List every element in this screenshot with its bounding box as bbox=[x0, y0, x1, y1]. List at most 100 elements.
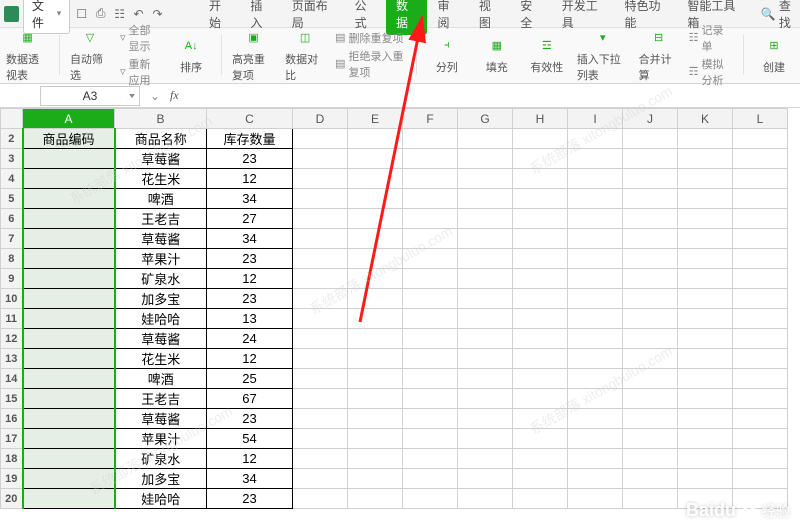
undo-icon[interactable]: ↶ bbox=[131, 6, 146, 22]
cell-B9[interactable]: 矿泉水 bbox=[115, 269, 207, 289]
cell[interactable] bbox=[623, 189, 678, 209]
row-header-15[interactable]: 15 bbox=[1, 389, 23, 409]
cell[interactable] bbox=[293, 309, 348, 329]
cell[interactable] bbox=[403, 449, 458, 469]
cell-A4[interactable] bbox=[23, 169, 115, 189]
col-header-K[interactable]: K bbox=[678, 109, 733, 129]
cell[interactable] bbox=[568, 489, 623, 509]
cell[interactable] bbox=[348, 349, 403, 369]
row-header-19[interactable]: 19 bbox=[1, 469, 23, 489]
row-header-10[interactable]: 10 bbox=[1, 289, 23, 309]
cell[interactable] bbox=[513, 169, 568, 189]
cell-B11[interactable]: 娃哈哈 bbox=[115, 309, 207, 329]
reject-dup-button[interactable]: ▤拒绝录入重复项 bbox=[335, 48, 406, 80]
cell[interactable] bbox=[348, 389, 403, 409]
cell[interactable] bbox=[623, 489, 678, 509]
cell[interactable] bbox=[293, 349, 348, 369]
col-header-G[interactable]: G bbox=[458, 109, 513, 129]
cell[interactable] bbox=[623, 169, 678, 189]
cell[interactable] bbox=[733, 169, 788, 189]
cell[interactable] bbox=[293, 489, 348, 509]
cell[interactable] bbox=[513, 309, 568, 329]
cell-C7[interactable]: 34 bbox=[207, 229, 293, 249]
cell-C13[interactable]: 12 bbox=[207, 349, 293, 369]
cell-C18[interactable]: 12 bbox=[207, 449, 293, 469]
cell[interactable] bbox=[293, 289, 348, 309]
col-header-L[interactable]: L bbox=[733, 109, 788, 129]
row-header-7[interactable]: 7 bbox=[1, 229, 23, 249]
cell[interactable] bbox=[513, 209, 568, 229]
cell[interactable] bbox=[678, 309, 733, 329]
cell[interactable] bbox=[293, 249, 348, 269]
validity-button[interactable]: ☲ 有效性 bbox=[527, 35, 567, 75]
cell[interactable] bbox=[458, 209, 513, 229]
cell[interactable] bbox=[348, 289, 403, 309]
cell[interactable] bbox=[678, 469, 733, 489]
tab-安全[interactable]: 安全 bbox=[510, 0, 551, 35]
cell[interactable] bbox=[678, 209, 733, 229]
cell[interactable] bbox=[348, 149, 403, 169]
select-all-corner[interactable] bbox=[1, 109, 23, 129]
cell[interactable] bbox=[623, 209, 678, 229]
cell-C2[interactable]: 库存数量 bbox=[207, 129, 293, 149]
cell[interactable] bbox=[513, 349, 568, 369]
cell[interactable] bbox=[678, 189, 733, 209]
col-header-F[interactable]: F bbox=[403, 109, 458, 129]
cell[interactable] bbox=[403, 329, 458, 349]
cell[interactable] bbox=[623, 149, 678, 169]
cell[interactable] bbox=[733, 289, 788, 309]
cell[interactable] bbox=[403, 309, 458, 329]
cell[interactable] bbox=[568, 409, 623, 429]
cell-C20[interactable]: 23 bbox=[207, 489, 293, 509]
cell[interactable] bbox=[293, 469, 348, 489]
cell[interactable] bbox=[733, 369, 788, 389]
cell[interactable] bbox=[733, 329, 788, 349]
cell[interactable] bbox=[458, 369, 513, 389]
cell[interactable] bbox=[403, 369, 458, 389]
cell[interactable] bbox=[403, 349, 458, 369]
cell[interactable] bbox=[513, 269, 568, 289]
pivot-table-button[interactable]: ▦ 数据透视表 bbox=[6, 27, 49, 83]
row-header-3[interactable]: 3 bbox=[1, 149, 23, 169]
cell[interactable] bbox=[403, 129, 458, 149]
row-header-16[interactable]: 16 bbox=[1, 409, 23, 429]
cell[interactable] bbox=[568, 369, 623, 389]
print-icon[interactable]: ⎙ bbox=[93, 6, 108, 22]
cell-C17[interactable]: 54 bbox=[207, 429, 293, 449]
row-header-12[interactable]: 12 bbox=[1, 329, 23, 349]
text-to-columns-button[interactable]: ⫞ 分列 bbox=[427, 35, 467, 75]
row-header-13[interactable]: 13 bbox=[1, 349, 23, 369]
cell-C11[interactable]: 13 bbox=[207, 309, 293, 329]
cell[interactable] bbox=[513, 429, 568, 449]
cell[interactable] bbox=[458, 129, 513, 149]
col-header-C[interactable]: C bbox=[207, 109, 293, 129]
cell[interactable] bbox=[348, 429, 403, 449]
cell-A3[interactable] bbox=[23, 149, 115, 169]
cell[interactable] bbox=[403, 249, 458, 269]
cell-B6[interactable]: 王老吉 bbox=[115, 209, 207, 229]
formula-input[interactable] bbox=[185, 86, 800, 106]
cell-B4[interactable]: 花生米 bbox=[115, 169, 207, 189]
cell-C6[interactable]: 27 bbox=[207, 209, 293, 229]
cell[interactable] bbox=[568, 269, 623, 289]
cell[interactable] bbox=[348, 269, 403, 289]
cell[interactable] bbox=[403, 469, 458, 489]
cell[interactable] bbox=[568, 189, 623, 209]
cell-C12[interactable]: 24 bbox=[207, 329, 293, 349]
cell-B5[interactable]: 啤酒 bbox=[115, 189, 207, 209]
cell[interactable] bbox=[568, 389, 623, 409]
cell[interactable] bbox=[293, 129, 348, 149]
cell-A15[interactable] bbox=[23, 389, 115, 409]
cell[interactable] bbox=[348, 189, 403, 209]
cell[interactable] bbox=[513, 129, 568, 149]
cell[interactable] bbox=[678, 169, 733, 189]
cell[interactable] bbox=[678, 329, 733, 349]
cell[interactable] bbox=[568, 469, 623, 489]
fill-button[interactable]: ▦ 填充 bbox=[477, 35, 517, 75]
cell[interactable] bbox=[403, 489, 458, 509]
cell[interactable] bbox=[293, 369, 348, 389]
col-header-A[interactable]: A bbox=[23, 109, 115, 129]
cell[interactable] bbox=[678, 149, 733, 169]
cell[interactable] bbox=[293, 149, 348, 169]
cell[interactable] bbox=[623, 129, 678, 149]
